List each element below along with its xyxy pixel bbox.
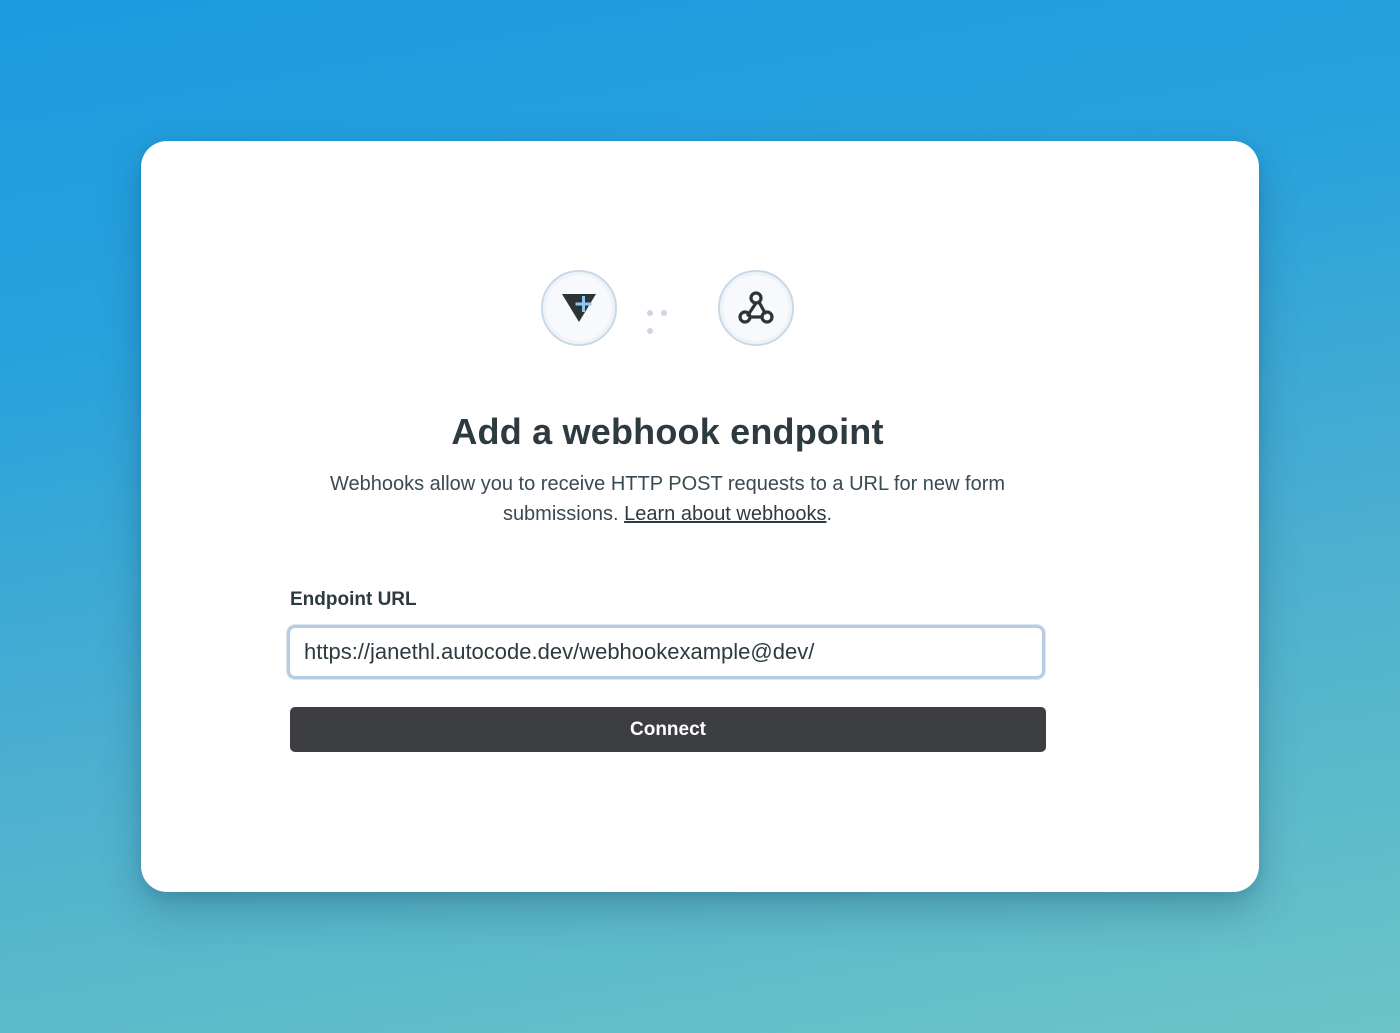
learn-about-webhooks-link[interactable]: Learn about webhooks xyxy=(624,503,826,525)
dialog-title: Add a webhook endpoint xyxy=(451,411,884,452)
ellipsis-connector xyxy=(647,303,687,334)
webhook-icon xyxy=(738,291,774,324)
integration-connector xyxy=(541,270,794,346)
description-end: . xyxy=(826,503,833,525)
webhook-dialog: Add a webhook endpoint Webhooks allow yo… xyxy=(141,141,1259,892)
connect-button[interactable]: Connect xyxy=(290,707,1046,752)
endpoint-url-input[interactable] xyxy=(287,625,1045,679)
dialog-description: Webhooks allow you to receive HTTP POST … xyxy=(301,469,1034,529)
target-app-badge xyxy=(718,270,794,346)
typeform-plus-icon xyxy=(562,294,596,322)
source-app-badge xyxy=(541,270,617,346)
endpoint-url-label: Endpoint URL xyxy=(290,589,417,610)
